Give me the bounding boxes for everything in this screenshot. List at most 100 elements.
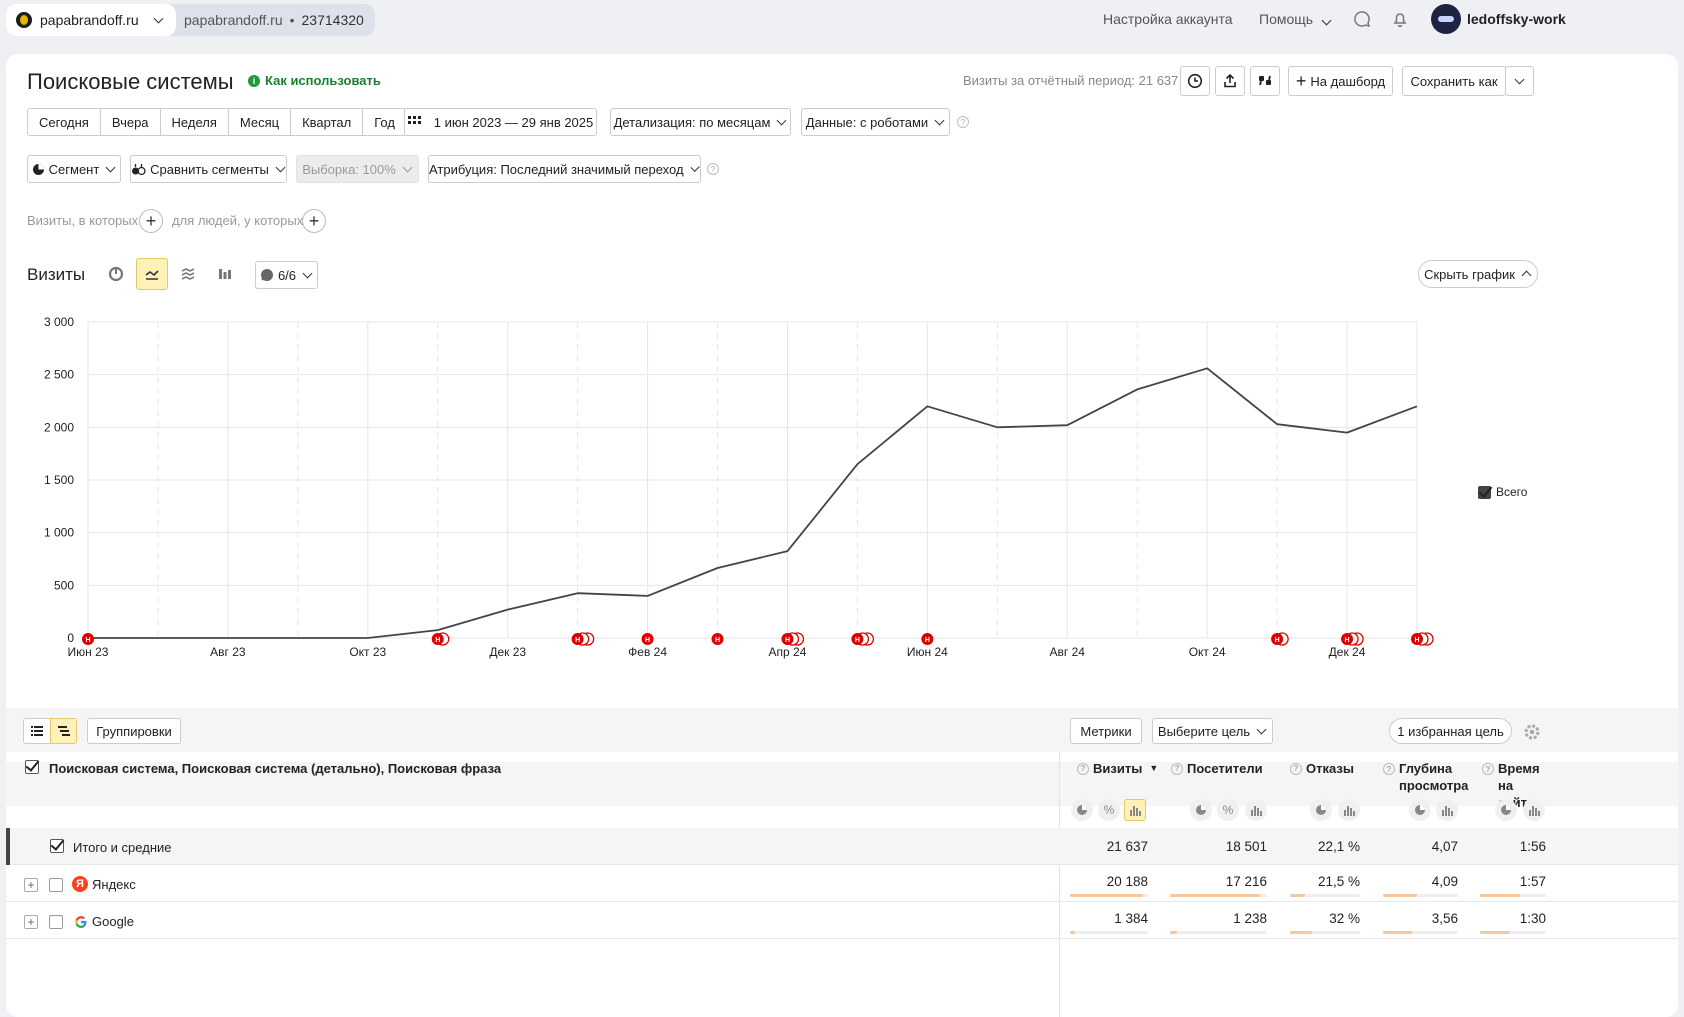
area-chart-icon [181, 268, 195, 280]
google-icon [75, 916, 87, 928]
percent-view-icon[interactable]: % [1217, 799, 1239, 821]
goal-dropdown[interactable]: Выберите цель [1152, 718, 1273, 744]
bar-view-icon[interactable] [1124, 799, 1146, 821]
bell-icon[interactable] [1391, 10, 1409, 28]
period-button[interactable]: Вчера [99, 109, 160, 135]
help-icon[interactable]: ? [1171, 762, 1183, 775]
row-checkbox[interactable] [49, 878, 63, 892]
col-visits-header[interactable]: ? Визиты ▼ [1077, 760, 1158, 777]
legend-checkbox[interactable] [1478, 486, 1491, 499]
quote-icon [1259, 75, 1271, 86]
sample-dropdown[interactable]: Выборка: 100% [296, 155, 419, 183]
row-checkbox[interactable] [49, 915, 63, 929]
detail-dropdown[interactable]: Детализация: по месяцам [610, 108, 791, 136]
row-label[interactable]: Google [92, 914, 134, 929]
period-button[interactable]: Сегодня [28, 109, 100, 135]
area-chart-view-button[interactable] [172, 258, 204, 290]
help-icon[interactable]: ? [1383, 763, 1395, 775]
pie-view-icon[interactable] [1495, 799, 1517, 821]
how-to-use-link[interactable]: i Как использовать [248, 73, 381, 88]
help-icon[interactable]: ? [1482, 763, 1494, 775]
period-button[interactable]: Неделя [159, 109, 228, 135]
expand-row-button[interactable]: + [24, 878, 38, 892]
help-icon[interactable]: ? [707, 163, 719, 175]
avatar[interactable] [1431, 4, 1461, 34]
dimension-checkbox[interactable] [25, 760, 39, 774]
col-bounces-label: Отказы [1306, 761, 1354, 776]
favorite-goal-label: 1 избранная цель [1397, 723, 1504, 739]
bar-view-icon[interactable] [1523, 799, 1545, 821]
col-visitors-header[interactable]: ? Посетители [1171, 760, 1263, 777]
help-icon[interactable]: ? [1077, 762, 1089, 775]
favorite-goal-button[interactable]: 1 избранная цель [1389, 718, 1512, 744]
bar-chart-view-button[interactable] [209, 258, 241, 290]
row-label[interactable]: Яндекс [92, 877, 136, 892]
save-options-button[interactable] [1505, 66, 1534, 96]
counter-id: 23714320 [301, 12, 364, 28]
attribution-dropdown[interactable]: Атрибуция: Последний значимый переход [428, 155, 701, 183]
chevron-down-icon [776, 115, 787, 125]
period-button[interactable]: Квартал [290, 109, 362, 135]
note-letter: Н [435, 637, 440, 644]
account-settings-link[interactable]: Настройка аккаунта [1103, 11, 1233, 27]
counter-info[interactable]: papabrandoff.ru • 23714320 [184, 4, 364, 36]
dimension-header[interactable]: Поисковая система, Поисковая система (де… [49, 760, 501, 777]
current-site[interactable]: papabrandoff.ru [6, 4, 176, 36]
compare-segments-dropdown[interactable]: Сравнить сегменты [130, 155, 287, 183]
pie-view-icon[interactable] [1409, 799, 1431, 821]
help-icon[interactable]: ? [957, 116, 969, 128]
chevron-down-icon [302, 268, 313, 278]
x-tick-label: Июн 24 [907, 645, 948, 659]
flat-list-view-button[interactable] [23, 718, 51, 744]
chat-icon[interactable] [1353, 10, 1371, 28]
notes-dropdown[interactable]: 6/6 [255, 261, 318, 289]
save-as-button[interactable]: Сохранить как [1402, 66, 1506, 96]
note-letter: Н [925, 637, 930, 644]
bar-view-icon[interactable] [1338, 799, 1360, 821]
pie-chart-view-button[interactable] [100, 258, 132, 290]
date-range-picker[interactable]: 1 июн 2023 — 29 янв 2025 [404, 108, 597, 136]
list-icon [31, 726, 43, 736]
pie-view-icon[interactable] [1071, 799, 1093, 821]
col-bounces-header[interactable]: ? Отказы [1290, 760, 1354, 777]
visits-summary: Визиты за отчётный период: 21 637 [963, 73, 1179, 88]
pie-view-icon[interactable] [1310, 799, 1332, 821]
period-button[interactable]: Год [362, 109, 406, 135]
metrics-label: Метрики [1080, 723, 1132, 739]
data-dropdown[interactable]: Данные: с роботами [801, 108, 950, 136]
add-people-condition-button[interactable]: + [302, 209, 326, 233]
data-point [1065, 423, 1069, 427]
data-point [1205, 366, 1209, 370]
groupings-button[interactable]: Группировки [87, 718, 181, 744]
username[interactable]: ledoffsky-work [1467, 11, 1566, 27]
data-label: Данные: с роботами [805, 114, 929, 130]
totals-checkbox[interactable] [50, 839, 64, 853]
share-bar [1070, 894, 1143, 897]
cell-depth-value: 4,09 [1431, 874, 1458, 889]
segment-dropdown[interactable]: Сегмент [27, 155, 121, 183]
info-icon: i [248, 74, 260, 87]
hide-chart-button[interactable]: Скрыть график [1418, 260, 1538, 288]
chevron-down-icon [1321, 15, 1332, 26]
period-button[interactable]: Месяц [227, 109, 290, 135]
share-button[interactable] [1250, 66, 1280, 96]
history-button[interactable] [1180, 66, 1210, 96]
col-depth-header[interactable]: ? Глубина просмотра [1383, 760, 1468, 794]
data-point [1345, 431, 1349, 435]
help-icon[interactable]: ? [1290, 762, 1302, 775]
bar-view-icon[interactable] [1245, 799, 1267, 821]
site-switcher[interactable]: papabrandoff.ru papabrandoff.ru • 237143… [6, 4, 375, 36]
add-visit-condition-button[interactable]: + [139, 209, 163, 233]
line-chart-view-button[interactable] [136, 258, 168, 290]
to-dashboard-button[interactable]: + На дашборд [1288, 66, 1393, 96]
pie-view-icon[interactable] [1190, 799, 1212, 821]
expand-row-button[interactable]: + [24, 915, 38, 929]
help-menu[interactable]: Помощь [1259, 11, 1332, 27]
tree-view-button[interactable] [50, 718, 77, 744]
metrics-button[interactable]: Метрики [1070, 718, 1142, 744]
export-button[interactable] [1215, 66, 1245, 96]
gear-icon[interactable] [1523, 723, 1541, 741]
percent-view-icon[interactable]: % [1098, 799, 1120, 821]
chart-title: Визиты [27, 265, 86, 284]
bar-view-icon[interactable] [1436, 799, 1458, 821]
